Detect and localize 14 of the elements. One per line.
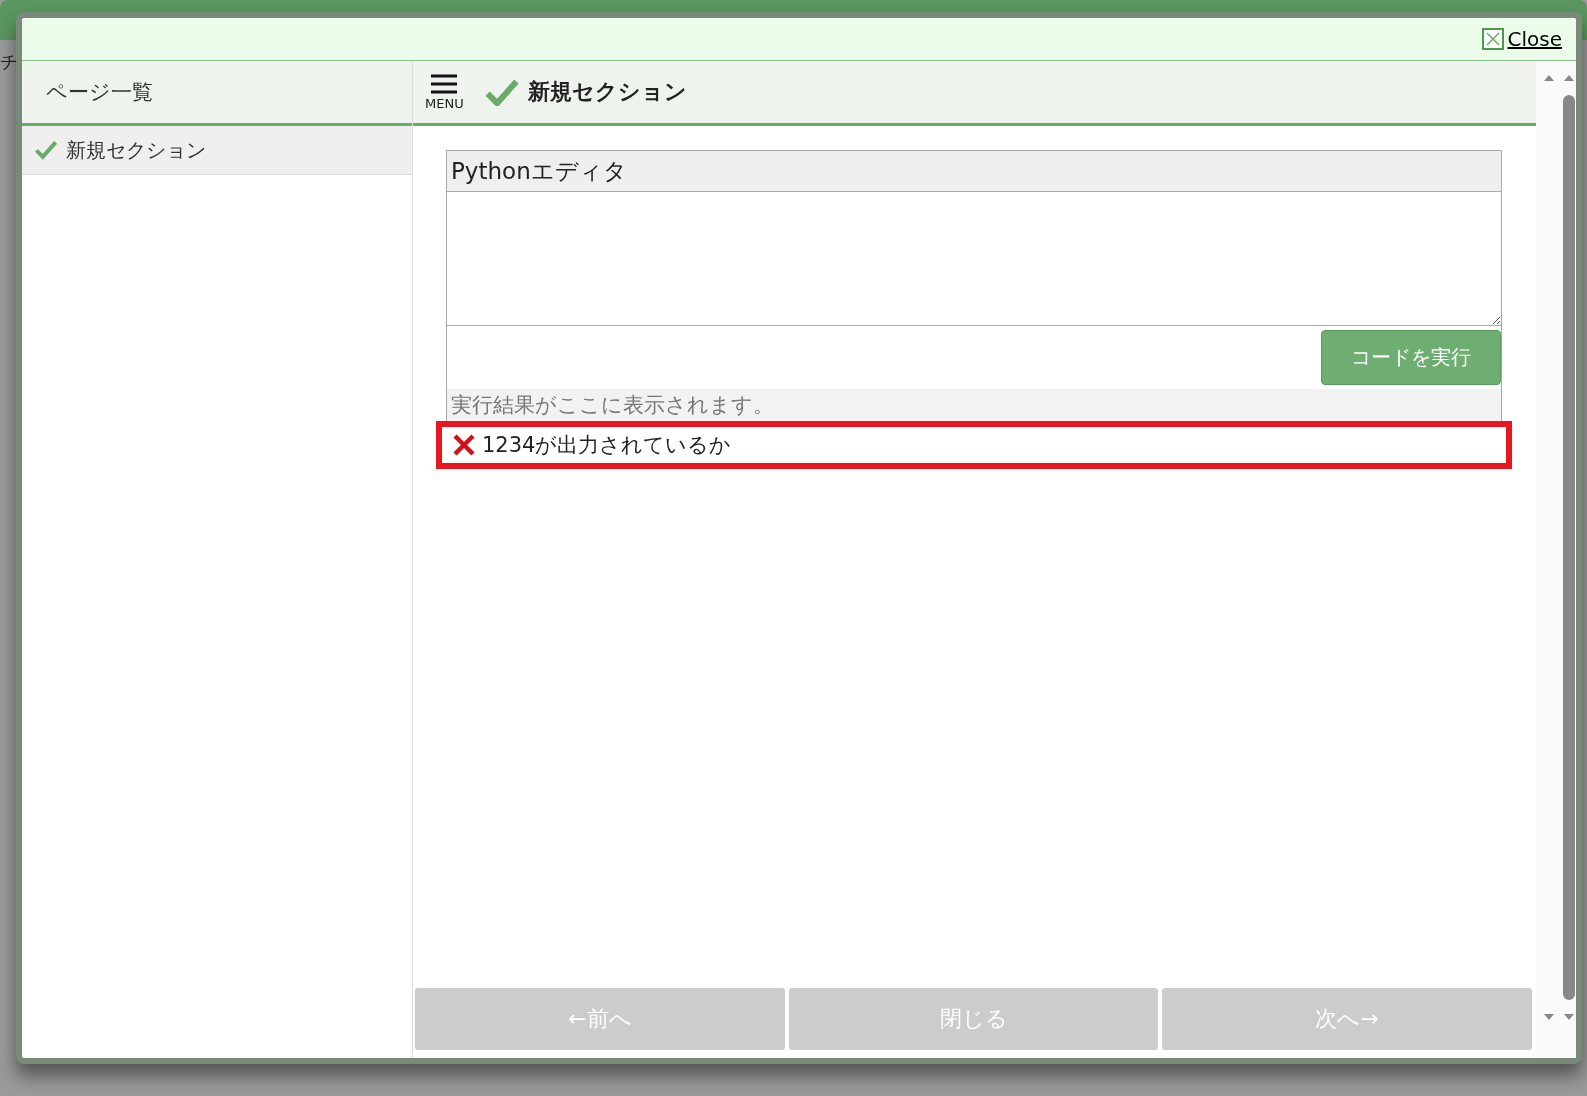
check-icon <box>34 140 58 160</box>
section-title: 新規セクション <box>527 78 687 106</box>
menu-icon <box>430 73 459 94</box>
close-icon <box>1481 28 1504 50</box>
run-code-button[interactable]: コードを実行 <box>1321 330 1501 385</box>
test-label: 1234が出力されているか <box>482 432 732 459</box>
close-link[interactable]: Close <box>1481 27 1562 51</box>
output-area: 実行結果がここに表示されます。 <box>446 389 1502 421</box>
editor-title: Pythonエディタ <box>446 150 1502 192</box>
sidebar-title: ページ一覧 <box>22 61 412 126</box>
background-text: チ <box>0 50 18 74</box>
code-input-field[interactable] <box>446 192 1502 326</box>
sidebar-item[interactable]: 新規セクション <box>22 126 412 175</box>
menu-button[interactable]: MENU <box>425 73 464 111</box>
